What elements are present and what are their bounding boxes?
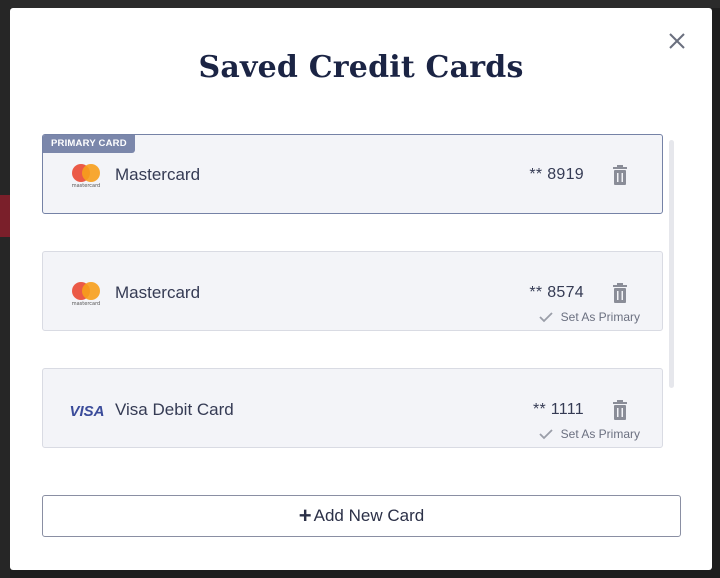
add-new-card-button[interactable]: + Add New Card xyxy=(42,495,681,537)
backdrop-side xyxy=(0,0,10,578)
primary-card-badge: PRIMARY CARD xyxy=(43,135,135,153)
card-name: Visa Debit Card xyxy=(115,400,234,419)
card-name: Mastercard xyxy=(115,283,201,302)
card-item-mastercard-8574[interactable]: mastercard Mastercard ** 8574 Set As Pri… xyxy=(42,251,663,331)
svg-text:mastercard: mastercard xyxy=(72,301,100,306)
card-item-mastercard-8919[interactable]: PRIMARY CARD mastercard Mastercard ** 89… xyxy=(42,134,663,214)
card-item-visa-1111[interactable]: VISA Visa Debit Card ** 1111 Set As Prim… xyxy=(42,368,663,448)
set-as-primary-button[interactable]: Set As Primary xyxy=(539,310,640,324)
trash-icon[interactable] xyxy=(611,283,629,303)
backdrop-accent xyxy=(0,195,10,237)
visa-icon: VISA xyxy=(69,403,104,420)
modal-title: Saved Credit Cards xyxy=(198,50,524,85)
check-icon xyxy=(539,429,553,440)
scrollbar[interactable] xyxy=(669,140,674,388)
card-number: ** 1111 xyxy=(532,401,584,418)
saved-cards-modal: Saved Credit Cards PRIMARY CARD masterca… xyxy=(10,8,712,570)
card-name: Mastercard xyxy=(115,165,201,184)
close-icon xyxy=(669,33,685,49)
set-as-primary-label: Set As Primary xyxy=(560,310,640,324)
card-number: ** 8919 xyxy=(529,166,584,183)
add-new-card-label: Add New Card xyxy=(313,506,425,525)
svg-text:VISA: VISA xyxy=(69,403,104,420)
svg-text:mastercard: mastercard xyxy=(72,183,100,188)
trash-icon[interactable] xyxy=(611,400,629,420)
plus-icon: + xyxy=(298,503,312,528)
check-icon xyxy=(539,312,553,323)
set-as-primary-label: Set As Primary xyxy=(560,427,640,441)
close-button[interactable] xyxy=(666,30,688,52)
mastercard-icon: mastercard xyxy=(72,282,100,306)
backdrop xyxy=(0,0,720,8)
card-number: ** 8574 xyxy=(529,284,584,301)
trash-icon[interactable] xyxy=(611,165,629,185)
set-as-primary-button[interactable]: Set As Primary xyxy=(539,427,640,441)
mastercard-icon: mastercard xyxy=(72,164,100,188)
